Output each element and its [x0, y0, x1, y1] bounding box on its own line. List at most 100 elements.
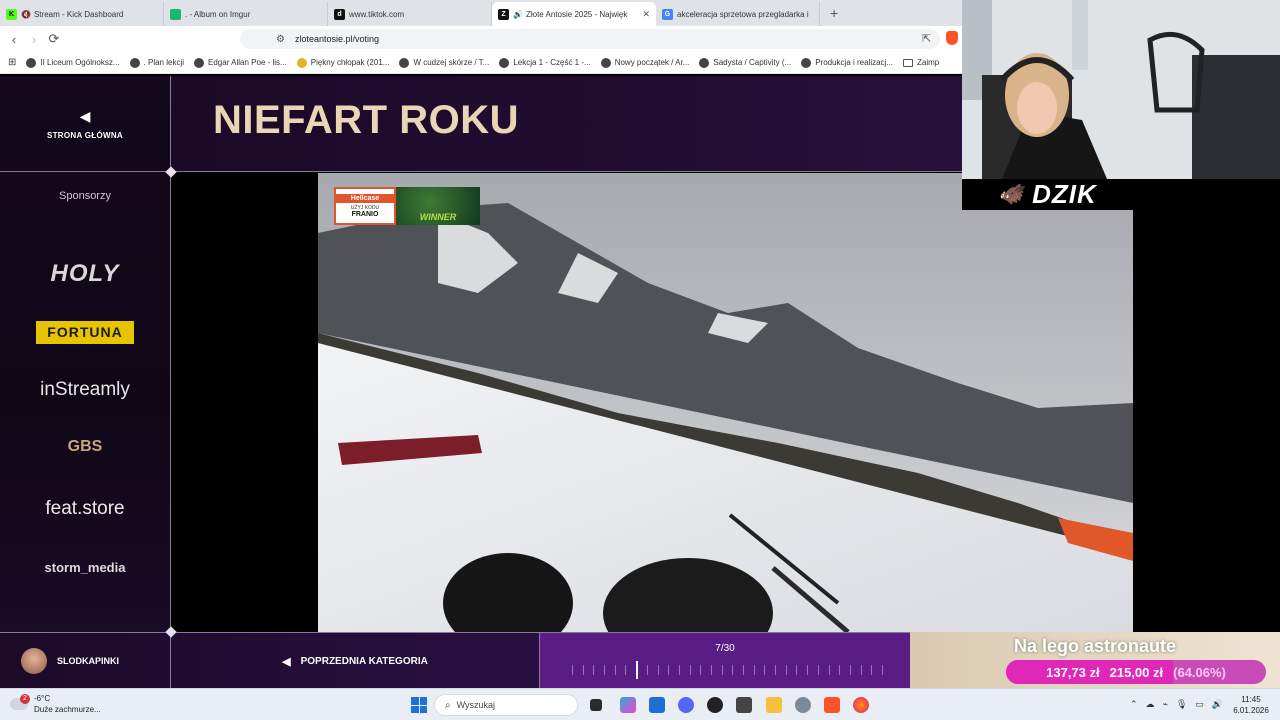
muted-speaker-icon[interactable]: 🔇: [21, 10, 31, 19]
tab-label: akceleracja sprzetowa przegladarka i: [677, 9, 809, 19]
tab-label: Złote Antosie 2025 - Najwięk: [525, 9, 628, 19]
apps-grid-icon[interactable]: ⊞: [8, 57, 16, 68]
gbs-logo[interactable]: GBS: [0, 438, 170, 456]
volume-icon[interactable]: 🔊: [1212, 699, 1223, 710]
progress-tick: [710, 665, 712, 675]
previous-category-button[interactable]: ◀ POPRZEDNIA KATEGORIA: [171, 633, 540, 689]
webcam-frame: [962, 0, 1280, 179]
back-icon[interactable]: ‹: [4, 32, 24, 47]
terminal-icon[interactable]: [736, 697, 752, 713]
new-tab-button[interactable]: +: [820, 2, 848, 26]
bottom-bar: SLODKAPINKI ◀ POPRZEDNIA KATEGORIA 7/30: [0, 632, 910, 689]
site-info-icon[interactable]: ⚙: [276, 34, 285, 45]
store-icon[interactable]: [649, 697, 665, 713]
cloud-sync-icon[interactable]: ☁: [1146, 699, 1155, 710]
tab-kick-dashboard[interactable]: K 🔇 Stream - Kick Dashboard: [0, 2, 164, 26]
tab-label: www.tiktok.com: [349, 9, 405, 19]
globe-icon: [699, 57, 710, 68]
settings-icon[interactable]: [795, 697, 811, 713]
instreamly-logo[interactable]: inStreamly: [0, 379, 170, 401]
user-profile[interactable]: SLODKAPINKI: [0, 633, 171, 689]
previous-category-label: POPRZEDNIA KATEGORIA: [300, 655, 428, 667]
progress-counter: 7/30: [715, 643, 735, 654]
home-link[interactable]: ◀ STRONA GŁÓWNA: [0, 76, 170, 172]
display-icon[interactable]: ▭: [1195, 699, 1204, 710]
bookmark-folder[interactable]: Zaimp: [903, 58, 939, 67]
face-icon: [296, 57, 307, 68]
progress-tick: [604, 665, 606, 675]
brave-icon[interactable]: [824, 697, 840, 713]
user-name: SLODKAPINKI: [57, 656, 120, 666]
tab-google-search[interactable]: G akceleracja sprzetowa przegladarka i: [656, 2, 820, 26]
start-icon[interactable]: [411, 697, 427, 713]
feat-store-logo[interactable]: feat.store: [0, 498, 170, 520]
bookmark-item[interactable]: Nowy początek / Ar...: [600, 57, 689, 68]
progress-tick: [572, 665, 573, 675]
reload-icon[interactable]: ⟳: [44, 31, 64, 47]
brave-shields-icon[interactable]: [946, 31, 958, 45]
tab-label: . - Album on Imgur: [185, 9, 251, 19]
bookmark-item[interactable]: II Liceum Ogólnoksz...: [26, 57, 120, 68]
progress-ticks: [572, 661, 883, 679]
progress-tick: [817, 665, 819, 675]
holy-logo[interactable]: HOLY: [0, 260, 170, 288]
dzik-logo-text: DZIK: [1032, 179, 1097, 209]
url-field[interactable]: ⚙ zloteantosie.pl/voting: [240, 29, 940, 49]
goal-values: 137,73 zł 215,00 zł (64.06%): [1006, 660, 1266, 684]
bookmark-item[interactable]: Piękny chłopak (201...: [296, 57, 389, 68]
goal-target: 215,00 zł: [1109, 664, 1164, 680]
zlote-antosie-favicon-icon: Z: [498, 8, 509, 20]
progress-tick: [593, 665, 595, 675]
progress-tick: [860, 665, 862, 675]
video-player[interactable]: Hellcase UŻYJ KODU FRANIO WINNER: [318, 173, 1133, 632]
taskbar-search[interactable]: ⌕ Wyszukaj: [434, 694, 578, 716]
globe-icon: [600, 57, 611, 68]
boar-icon: 🐗: [998, 184, 1025, 206]
system-clock[interactable]: 11:45 6.01.2026: [1226, 694, 1276, 716]
progress-tick: [753, 665, 755, 675]
obs-icon[interactable]: [707, 697, 723, 713]
tab-zlote-antosie[interactable]: Z 🔊 Złote Antosie 2025 - Najwięk ✕: [492, 2, 656, 26]
weather-widget[interactable]: 2 -6°C Duże zachmurze...: [10, 693, 101, 715]
progress-tick: [764, 665, 766, 675]
progress-tick: [700, 665, 702, 675]
share-icon[interactable]: ⇱: [922, 32, 931, 45]
progress-tick: [871, 665, 873, 675]
progress-tick: [796, 665, 798, 675]
bookmark-item[interactable]: Sadysta / Captivity (...: [699, 57, 791, 68]
tab-tiktok[interactable]: d www.tiktok.com: [328, 2, 492, 26]
tab-imgur-album[interactable]: . - Album on Imgur: [164, 2, 328, 26]
microphone-icon[interactable]: 🎙: [1176, 699, 1187, 710]
bookmark-item[interactable]: W cudzej skórze / T...: [399, 57, 489, 68]
file-explorer-icon[interactable]: [766, 697, 782, 713]
progress-tick: [882, 665, 883, 675]
bookmark-item[interactable]: Lekcja 1 - Część 1 -...: [499, 57, 591, 68]
dzik-sponsor-banner: 🐗 DZIK: [962, 179, 1133, 210]
progress-tick: [668, 665, 670, 675]
forward-icon[interactable]: ›: [24, 32, 44, 47]
fortuna-logo[interactable]: FORTUNA: [36, 321, 134, 344]
bookmark-item[interactable]: Produkcja i realizacj...: [801, 57, 893, 68]
weather-temp: -6°C: [34, 694, 51, 703]
progress-tick: [657, 665, 659, 675]
task-view-icon[interactable]: [590, 699, 602, 711]
storm-media-logo[interactable]: storm_media: [0, 560, 170, 575]
bookmark-item[interactable]: Edgar Allan Poe - lis...: [194, 57, 287, 68]
discord-icon[interactable]: [678, 697, 694, 713]
donation-goal-widget: Na lego astronaute 137,73 zł 215,00 zł (…: [910, 632, 1280, 688]
folder-icon: [903, 58, 914, 67]
chevron-up-icon[interactable]: ⌃: [1130, 699, 1138, 710]
progress-tick: [721, 665, 723, 675]
bookmark-item[interactable]: . Plan lekcji: [129, 57, 184, 68]
firefox-icon[interactable]: [853, 697, 869, 713]
network-icon[interactable]: ⌁: [1163, 699, 1168, 710]
avatar: [21, 648, 47, 674]
close-tab-icon[interactable]: ✕: [642, 9, 650, 20]
progress-tick: [839, 665, 841, 675]
video-frame: [318, 173, 1133, 632]
speaker-icon[interactable]: 🔊: [513, 10, 523, 19]
globe-icon: [399, 57, 410, 68]
address-bar-row: ‹ › ⟳ ☐ ⚙ zloteantosie.pl/voting ⇱: [0, 26, 962, 52]
copilot-icon[interactable]: [620, 697, 636, 713]
url-text: zloteantosie.pl/voting: [294, 34, 380, 44]
